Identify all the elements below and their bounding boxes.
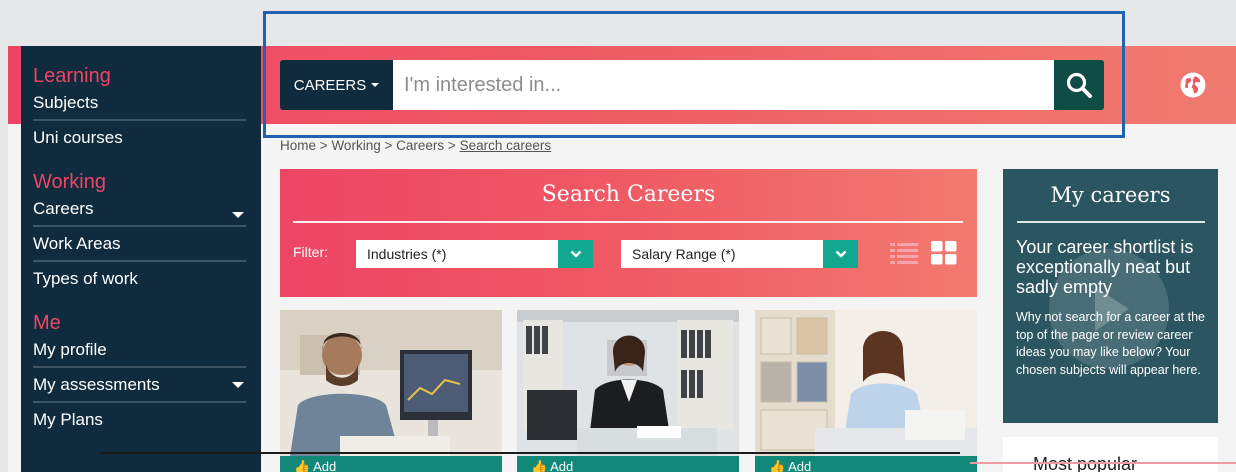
sidebar-item-uni-courses[interactable]: Uni courses xyxy=(33,121,246,156)
list-view-icon[interactable] xyxy=(890,241,918,265)
breadcrumb-working[interactable]: Working xyxy=(331,138,380,153)
divider xyxy=(1017,221,1205,223)
chevron-down-icon[interactable] xyxy=(232,212,244,218)
thumbs-up-icon: 👍 xyxy=(531,459,548,472)
career-image xyxy=(755,310,977,456)
career-image xyxy=(517,310,739,456)
add-label: Add xyxy=(550,459,574,472)
sidebar-item-careers[interactable]: Careers xyxy=(33,198,246,227)
career-card[interactable]: 👍 Add xyxy=(517,310,739,472)
globe-icon[interactable] xyxy=(1180,72,1206,98)
sidebar-item-my-profile[interactable]: My profile xyxy=(33,339,246,368)
sidebar-item-my-plans[interactable]: My Plans xyxy=(33,403,246,438)
search-highlight-box xyxy=(263,11,1125,138)
my-careers-description: Why not search for a career at the top o… xyxy=(1016,310,1205,377)
add-label: Add xyxy=(313,459,337,472)
sidebar-item-careers-label: Careers xyxy=(33,199,94,218)
sidebar-item-my-assessments-label: My assessments xyxy=(33,375,160,394)
thumbs-up-icon: 👍 xyxy=(769,459,786,472)
career-card[interactable]: 👍 Add xyxy=(280,310,502,472)
breadcrumb-careers[interactable]: Careers xyxy=(396,138,444,153)
breadcrumb-separator: > xyxy=(447,138,456,153)
sidebar-item-types-of-work[interactable]: Types of work xyxy=(33,262,246,297)
sidebar-heading-working: Working xyxy=(33,171,106,193)
breadcrumb: Home > Working > Careers > Search career… xyxy=(280,138,551,153)
add-career-button[interactable]: 👍 Add xyxy=(280,456,502,472)
chevron-down-icon[interactable] xyxy=(232,382,244,388)
grid-view-icon[interactable] xyxy=(931,241,957,265)
salary-range-select-value: Salary Range (*) xyxy=(632,246,736,262)
sidebar-nav: Learning Subjects Uni courses Working Ca… xyxy=(21,46,261,472)
my-careers-title: My careers xyxy=(1050,183,1171,207)
career-card[interactable]: 👍 Add xyxy=(755,310,977,472)
add-career-button[interactable]: 👍 Add xyxy=(517,456,739,472)
sidebar-item-my-assessments[interactable]: My assessments xyxy=(33,368,246,403)
search-careers-title: Search Careers xyxy=(541,182,716,207)
render-artifact xyxy=(970,462,1236,464)
divider xyxy=(293,221,963,223)
filter-label: Filter: xyxy=(293,244,328,260)
breadcrumb-separator: > xyxy=(319,138,328,153)
breadcrumb-separator: > xyxy=(384,138,393,153)
breadcrumb-current[interactable]: Search careers xyxy=(460,138,552,153)
my-careers-panel: My careers Your career shortlist is exce… xyxy=(1003,169,1218,423)
career-image xyxy=(280,310,502,456)
chevron-down-icon[interactable] xyxy=(823,240,858,268)
render-artifact xyxy=(100,452,960,454)
sidebar-item-work-areas[interactable]: Work Areas xyxy=(33,227,246,262)
search-careers-panel: Search Careers Filter: Industries (*) Sa… xyxy=(280,169,977,297)
thumbs-up-icon: 👍 xyxy=(294,459,311,472)
sidebar-heading-me: Me xyxy=(33,312,61,334)
my-careers-headline: Your career shortlist is exceptionally n… xyxy=(1016,237,1194,297)
add-career-button[interactable]: 👍 Add xyxy=(755,456,977,472)
page: Learning Subjects Uni courses Working Ca… xyxy=(0,0,1236,472)
most-popular-panel: Most popular xyxy=(1003,437,1218,472)
salary-range-select[interactable]: Salary Range (*) xyxy=(621,240,858,268)
sidebar-heading-learning: Learning xyxy=(33,65,111,87)
chevron-down-icon[interactable] xyxy=(558,240,593,268)
industries-select-value: Industries (*) xyxy=(367,246,447,262)
add-label: Add xyxy=(788,459,812,472)
sidebar-item-subjects[interactable]: Subjects xyxy=(33,92,246,121)
breadcrumb-home[interactable]: Home xyxy=(280,138,316,153)
industries-select[interactable]: Industries (*) xyxy=(356,240,593,268)
